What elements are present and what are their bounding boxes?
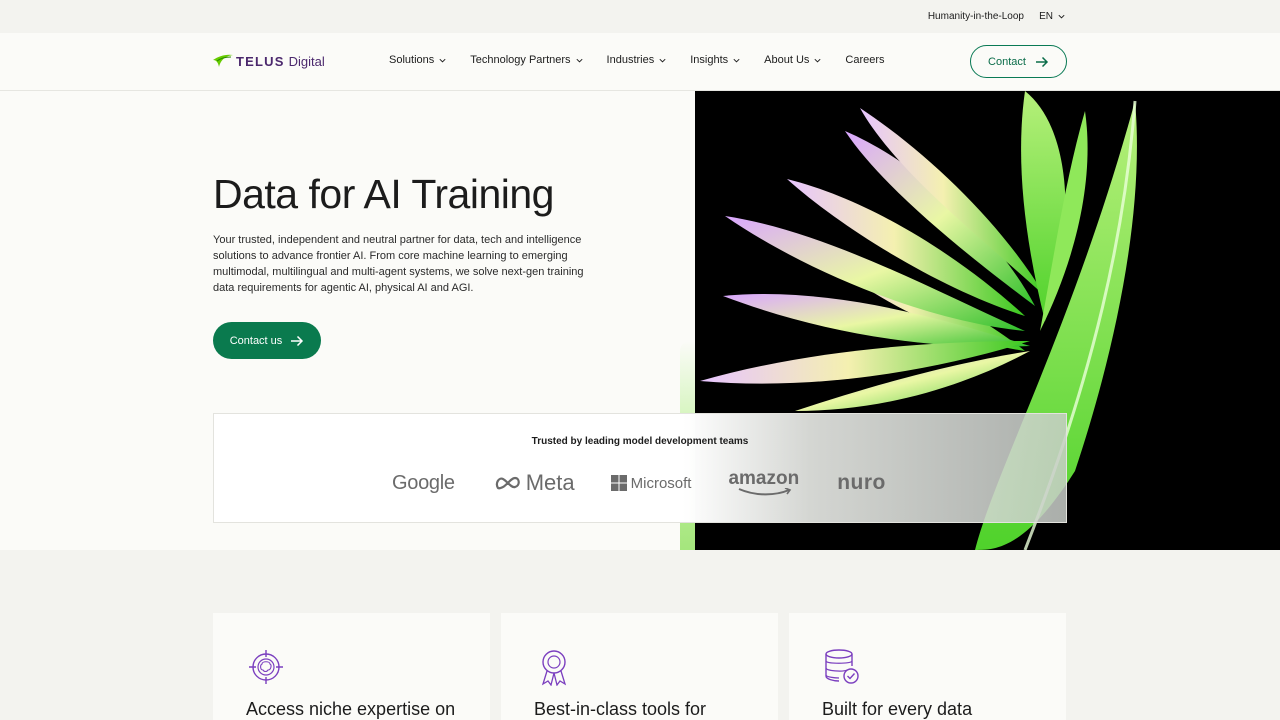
card-title: Access niche expertise on bbox=[246, 699, 456, 719]
contact-button[interactable]: Contact bbox=[970, 45, 1067, 78]
card-title: Built for every data bbox=[822, 699, 973, 719]
nav-item-label: About Us bbox=[764, 54, 810, 66]
partner-logos: Google Meta Microsoft amazon nuro bbox=[392, 468, 886, 496]
chevron-down-icon bbox=[1058, 14, 1065, 19]
humanity-in-the-loop-link[interactable]: Humanity-in-the-Loop bbox=[928, 11, 1024, 22]
trusted-by-strip: Trusted by leading model development tea… bbox=[213, 413, 1067, 523]
nav-menu: Solutions Technology Partners Industries… bbox=[389, 54, 908, 66]
hero-description: Your trusted, independent and neutral pa… bbox=[213, 234, 584, 294]
nav-item-label: Solutions bbox=[389, 54, 435, 66]
google-logo: Google bbox=[392, 471, 455, 494]
chevron-down-icon bbox=[814, 58, 821, 62]
chevron-down-icon bbox=[439, 58, 446, 62]
microsoft-logo: Microsoft bbox=[610, 474, 692, 492]
telus-leaf-icon bbox=[213, 54, 233, 67]
chevron-down-icon bbox=[659, 58, 666, 62]
arrow-right-icon bbox=[1035, 56, 1049, 67]
contact-us-label: Contact us bbox=[229, 334, 283, 347]
contact-button-label: Contact bbox=[988, 55, 1026, 68]
card-title: Best-in-class tools for bbox=[534, 699, 707, 719]
nuro-logo: nuro bbox=[837, 471, 886, 494]
brand-name: TELUS bbox=[236, 53, 285, 69]
contact-us-button[interactable]: Contact us bbox=[213, 322, 321, 359]
chevron-down-icon bbox=[733, 58, 740, 62]
nav-item-technology-partners[interactable]: Technology Partners bbox=[470, 54, 583, 66]
amazon-logo-text: amazon bbox=[728, 468, 800, 489]
language-label: EN bbox=[1039, 11, 1053, 22]
nav-item-label: Industries bbox=[606, 54, 655, 66]
nav-item-industries[interactable]: Industries bbox=[607, 54, 668, 66]
trusted-title: Trusted by leading model development tea… bbox=[531, 436, 749, 447]
award-ribbon-icon bbox=[541, 650, 567, 686]
meta-logo: Meta bbox=[495, 470, 575, 496]
meta-infinity-icon bbox=[495, 476, 520, 490]
arrow-right-icon bbox=[291, 335, 304, 346]
nav-item-about-us[interactable]: About Us bbox=[764, 54, 822, 66]
nav-item-careers[interactable]: Careers bbox=[845, 54, 884, 66]
feature-card-expertise[interactable]: Access niche expertise on bbox=[213, 613, 490, 720]
telus-digital-logo[interactable]: TELUS Digital bbox=[213, 51, 325, 71]
brand-sub: Digital bbox=[288, 53, 325, 69]
language-selector[interactable]: EN bbox=[1039, 11, 1066, 22]
feature-card-data[interactable]: Built for every data bbox=[789, 613, 1066, 720]
amazon-smile-icon bbox=[738, 488, 792, 496]
amazon-logo: amazon bbox=[728, 468, 800, 496]
nav-item-solutions[interactable]: Solutions bbox=[389, 54, 447, 66]
nav-item-label: Insights bbox=[690, 54, 729, 66]
nav-item-label: Careers bbox=[845, 54, 885, 66]
nav-item-label: Technology Partners bbox=[470, 54, 571, 66]
chevron-down-icon bbox=[576, 58, 583, 62]
microsoft-squares-icon bbox=[610, 475, 627, 491]
main-navigation: TELUS Digital Solutions Technology Partn… bbox=[0, 33, 1280, 91]
target-brain-icon bbox=[249, 650, 283, 684]
feature-card-tools[interactable]: Best-in-class tools for bbox=[501, 613, 778, 720]
nav-item-insights[interactable]: Insights bbox=[690, 54, 741, 66]
utility-bar: Humanity-in-the-Loop EN bbox=[0, 0, 1280, 33]
database-check-icon bbox=[825, 649, 859, 684]
page-title: Data for AI Training bbox=[213, 171, 554, 217]
microsoft-logo-text: Microsoft bbox=[630, 474, 692, 492]
meta-logo-text: Meta bbox=[525, 470, 575, 495]
